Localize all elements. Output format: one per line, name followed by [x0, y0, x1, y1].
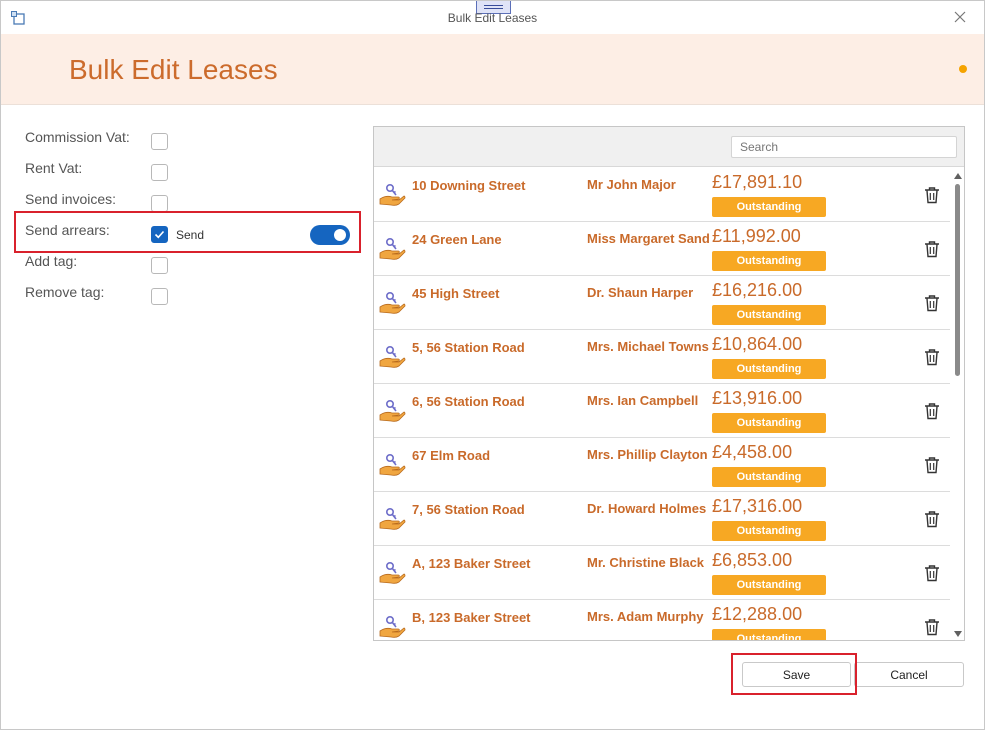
scroll-up-arrow-icon[interactable]	[954, 173, 962, 179]
status-badge: Outstanding	[712, 575, 826, 595]
close-icon[interactable]	[954, 11, 966, 23]
send-invoices-checkbox[interactable]	[151, 195, 168, 212]
add-tag-label: Add tag:	[25, 253, 78, 269]
lease-address: B, 123 Baker Street	[412, 610, 531, 625]
trash-icon[interactable]	[924, 348, 940, 366]
status-badge: Outstanding	[712, 305, 826, 325]
lease-hand-key-icon	[378, 612, 406, 640]
lease-amount: £12,288.00	[712, 604, 803, 624]
rent-vat-checkbox[interactable]	[151, 164, 168, 181]
trash-icon[interactable]	[924, 564, 940, 582]
lease-tenant: Dr. Shaun Harper	[587, 285, 694, 300]
lease-hand-key-icon	[378, 450, 406, 478]
commission-vat-label: Commission Vat:	[25, 129, 130, 145]
send-invoices-label: Send invoices:	[25, 191, 117, 207]
save-button-highlight	[731, 653, 857, 695]
lease-amount: £11,992.00	[712, 226, 801, 246]
scroll-thumb[interactable]	[955, 184, 960, 376]
lease-hand-key-icon	[378, 396, 406, 424]
status-badge: Outstanding	[712, 467, 826, 487]
page-title: Bulk Edit Leases	[69, 54, 278, 85]
lease-amount: £4,458.00	[712, 442, 793, 462]
lease-row[interactable]: 5, 56 Station Road Mrs. Michael Townsend£…	[374, 330, 950, 384]
lease-list-header	[374, 127, 964, 167]
lease-row[interactable]: 6, 56 Station Road Mrs. Ian Campbell £13,9…	[374, 384, 950, 438]
status-badge: Outstanding	[712, 197, 826, 217]
window-title: Bulk Edit Leases	[447, 11, 538, 25]
search-input[interactable]	[731, 136, 957, 158]
status-badge: Outstanding	[712, 251, 826, 271]
cancel-button[interactable]: Cancel	[854, 662, 964, 687]
lease-row[interactable]: B, 123 Baker Street Mrs. Adam Murphy £12,2…	[374, 600, 950, 640]
add-tag-checkbox[interactable]	[151, 257, 168, 274]
lease-address: 24 Green Lane	[412, 232, 502, 247]
lease-row[interactable]: 45 High Street Dr. Shaun Harper £16,216.00…	[374, 276, 950, 330]
lease-address: A, 123 Baker Street	[412, 556, 531, 571]
status-badge: Outstanding	[712, 359, 826, 379]
title-bar[interactable]: Bulk Edit Leases	[1, 1, 984, 34]
lease-tenant: Mr. Christine Black	[587, 555, 705, 570]
lease-address: 5, 56 Station Road	[412, 340, 525, 355]
trash-icon[interactable]	[924, 294, 940, 312]
status-dot	[959, 65, 967, 73]
lease-hand-key-icon	[378, 558, 406, 586]
trash-icon[interactable]	[924, 402, 940, 420]
status-badge: Outstanding	[712, 413, 826, 433]
lease-tenant: Miss Margaret Sanders	[587, 231, 709, 246]
lease-row[interactable]: 24 Green Lane Miss Margaret Sanders£11,99…	[374, 222, 950, 276]
lease-hand-key-icon	[378, 288, 406, 316]
lease-tenant: Mrs. Michael Townsend	[587, 339, 709, 354]
lease-hand-key-icon	[378, 180, 406, 208]
scroll-down-arrow-icon[interactable]	[954, 631, 962, 637]
lease-tenant: Dr. Howard Holmes	[587, 501, 707, 516]
lease-address: 7, 56 Station Road	[412, 502, 525, 517]
trash-icon[interactable]	[924, 456, 940, 474]
list-scrollbar[interactable]	[951, 168, 964, 640]
commission-vat-checkbox[interactable]	[151, 133, 168, 150]
bulk-edit-leases-window: Bulk Edit Leases Bulk Edit Leases Commis…	[0, 0, 985, 730]
lease-hand-key-icon	[378, 234, 406, 262]
lease-tenant: Mr John Major	[587, 177, 676, 192]
lease-row[interactable]: 7, 56 Station Road Dr. Howard Holmes £17,3…	[374, 492, 950, 546]
trash-icon[interactable]	[924, 186, 940, 204]
lease-address: 10 Downing Street	[412, 178, 526, 193]
lease-tenant: Mrs. Phillip Clayton	[587, 447, 708, 462]
status-badge: Outstanding	[712, 629, 826, 640]
remove-tag-checkbox[interactable]	[151, 288, 168, 305]
lease-hand-key-icon	[378, 342, 406, 370]
lease-amount: £6,853.00	[712, 550, 793, 570]
rent-vat-label: Rent Vat:	[25, 160, 83, 176]
trash-icon[interactable]	[924, 618, 940, 636]
lease-amount: £17,316.00	[712, 496, 803, 516]
lease-tenant: Mrs. Ian Campbell	[587, 393, 699, 408]
status-badge: Outstanding	[712, 521, 826, 541]
lease-row[interactable]: 10 Downing Street Mr John Major £17,891.10…	[374, 168, 950, 222]
lease-amount: £13,916.00	[712, 388, 803, 408]
lease-amount: £17,891.10	[712, 172, 803, 192]
lease-address: 67 Elm Road	[412, 448, 491, 463]
lease-hand-key-icon	[378, 504, 406, 532]
lease-row[interactable]: A, 123 Baker Street Mr. Christine Black £6…	[374, 546, 950, 600]
remove-tag-label: Remove tag:	[25, 284, 105, 300]
lease-amount: £10,864.00	[712, 334, 803, 354]
lease-address: 6, 56 Station Road	[412, 394, 525, 409]
lease-list: 10 Downing Street Mr John Major £17,891.10…	[374, 168, 950, 640]
trash-icon[interactable]	[924, 240, 940, 258]
header-band: Bulk Edit Leases	[1, 34, 984, 105]
lease-address: 45 High Street	[412, 286, 500, 301]
lease-amount: £16,216.00	[712, 280, 803, 300]
trash-icon[interactable]	[924, 510, 940, 528]
lease-tenant: Mrs. Adam Murphy	[587, 609, 704, 624]
send-arrears-highlight	[14, 211, 361, 253]
lease-row[interactable]: 67 Elm Road Mrs. Phillip Clayton £4,458.00…	[374, 438, 950, 492]
lease-list-panel: 10 Downing Street Mr John Major £17,891.10…	[373, 126, 965, 641]
